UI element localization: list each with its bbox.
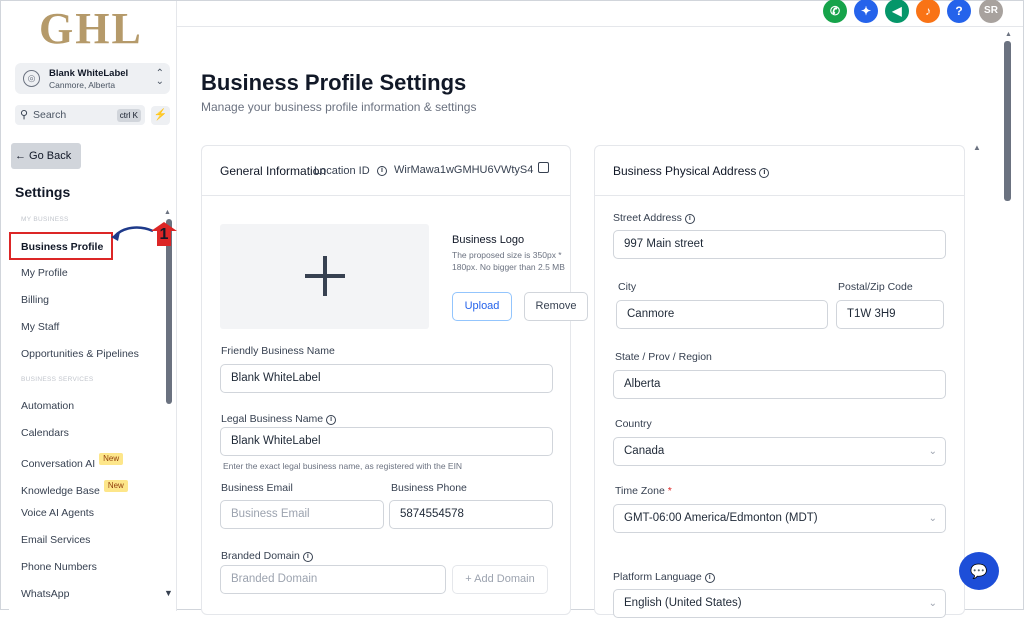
sidebar-item-label: Conversation AI — [21, 458, 96, 470]
app-frame: GHL ◎ Blank WhiteLabel Canmore, Alberta … — [0, 0, 1024, 618]
sidebar-item-voice-ai-agents[interactable]: Voice AI Agents — [21, 507, 94, 519]
page-title: Business Profile Settings — [201, 70, 467, 95]
search-shortcut: ctrl K — [116, 109, 141, 122]
sidebar-item-opportunities[interactable]: Opportunities & Pipelines — [21, 348, 139, 360]
panel-scroll-up-icon[interactable]: ▲ — [973, 143, 981, 152]
megaphone-icon[interactable]: ◀ — [885, 0, 909, 23]
info-icon: i — [759, 168, 770, 178]
account-location: Canmore, Alberta — [49, 80, 116, 90]
sidebar-item-knowledge-base[interactable]: Knowledge Base New — [21, 480, 128, 497]
scroll-down-arrow-icon[interactable]: ▼ — [164, 588, 173, 598]
business-email-input[interactable]: Business Email — [220, 500, 384, 529]
copy-icon[interactable] — [538, 162, 549, 173]
upload-button[interactable]: Upload — [452, 292, 512, 321]
friendly-name-input[interactable]: Blank WhiteLabel — [220, 364, 553, 393]
sidebar-item-billing[interactable]: Billing — [21, 294, 49, 306]
sidebar: GHL ◎ Blank WhiteLabel Canmore, Alberta … — [9, 1, 177, 611]
page-scroll-up-icon[interactable]: ▲ — [1005, 31, 1012, 38]
business-phone-input[interactable]: 5874554578 — [389, 500, 553, 529]
card-title: General Information — [220, 164, 327, 178]
postal-code-label: Postal/Zip Code — [838, 281, 913, 293]
new-badge: New — [103, 480, 128, 492]
chevron-down-icon: ⌄ — [928, 513, 937, 524]
account-avatar-icon: ◎ — [23, 70, 40, 87]
top-bar: ✆ ✦ ◀ ♪ ? SR — [177, 0, 1023, 27]
info-icon: i — [326, 415, 337, 425]
sidebar-item-calendars[interactable]: Calendars — [21, 427, 69, 439]
logo-size-hint: The proposed size is 350px * 180px. No b… — [452, 250, 565, 272]
card-header: General Information Location ID i WirMaw… — [202, 146, 570, 196]
page-subtitle: Manage your business profile information… — [201, 100, 477, 114]
state-input[interactable]: Alberta — [613, 370, 946, 399]
sidebar-item-whatsapp[interactable]: WhatsApp — [21, 588, 69, 600]
city-input[interactable]: Canmore — [616, 300, 828, 329]
business-logo-label: Business Logo — [452, 234, 525, 246]
settings-heading: Settings — [15, 184, 71, 200]
help-icon[interactable]: ? — [947, 0, 971, 23]
postal-code-input[interactable]: T1W 3H9 — [836, 300, 944, 329]
info-icon: i — [684, 214, 695, 224]
logo-upload-area[interactable] — [220, 224, 429, 329]
page-scrollbar[interactable] — [1004, 41, 1011, 201]
chevron-down-icon: ⌄ — [928, 598, 937, 609]
platform-language-label: Platform Language i — [613, 571, 715, 583]
friendly-name-label: Friendly Business Name — [221, 345, 335, 357]
state-label: State / Prov / Region — [615, 351, 712, 363]
account-name: Blank WhiteLabel — [49, 68, 129, 79]
branded-domain-input[interactable]: Branded Domain — [220, 565, 446, 594]
country-select[interactable]: Canada ⌄ — [613, 437, 946, 466]
sidebar-item-phone-numbers[interactable]: Phone Numbers — [21, 561, 97, 573]
remove-button[interactable]: Remove — [524, 292, 588, 321]
search-icon: ⚲ — [20, 109, 29, 121]
time-zone-label: Time Zone * — [615, 485, 672, 497]
chevron-down-icon: ⌄ — [928, 446, 937, 457]
go-back-button[interactable]: ← Go Back — [11, 143, 81, 169]
info-icon: i — [377, 166, 387, 176]
business-email-label: Business Email — [221, 482, 293, 494]
card-header: Business Physical Address i — [595, 146, 964, 196]
city-label: City — [618, 281, 637, 293]
legal-name-hint: Enter the exact legal business name, as … — [223, 461, 463, 471]
chevron-updown-icon: ⌃ ⌄ — [155, 68, 164, 87]
card-title: Business Physical Address i — [613, 164, 770, 178]
sparkle-icon[interactable]: ✦ — [854, 0, 878, 23]
legal-name-input[interactable]: Blank WhiteLabel — [220, 427, 553, 456]
new-badge: New — [99, 453, 124, 465]
sidebar-item-conversation-ai[interactable]: Conversation AI New — [21, 453, 124, 470]
user-avatar[interactable]: SR — [979, 0, 1003, 23]
quick-action-bolt-icon[interactable]: ⚡ — [151, 106, 170, 125]
section-label-my-business: MY BUSINESS — [21, 216, 69, 223]
sidebar-item-business-profile[interactable]: Business Profile — [21, 241, 103, 253]
chat-support-icon[interactable]: 💬 — [959, 552, 999, 590]
time-zone-select[interactable]: GMT-06:00 America/Edmonton (MDT) ⌄ — [613, 504, 946, 533]
sidebar-item-my-profile[interactable]: My Profile — [21, 267, 68, 279]
legal-name-label: Legal Business Name i — [221, 413, 337, 425]
sidebar-item-label: Knowledge Base — [21, 485, 100, 497]
info-icon: i — [302, 552, 313, 562]
business-phone-label: Business Phone — [391, 482, 467, 494]
sidebar-item-email-services[interactable]: Email Services — [21, 534, 90, 546]
scroll-up-arrow-icon[interactable]: ▲ — [164, 209, 171, 216]
street-address-label: Street Address i — [613, 212, 695, 224]
search-button[interactable]: ⚲ Search ctrl K — [15, 105, 145, 125]
sidebar-item-automation[interactable]: Automation — [21, 400, 74, 412]
bell-icon[interactable]: ♪ — [916, 0, 940, 23]
platform-language-select[interactable]: English (United States) ⌄ — [613, 589, 946, 618]
sidebar-item-my-staff[interactable]: My Staff — [21, 321, 59, 333]
street-address-input[interactable]: 997 Main street — [613, 230, 946, 259]
info-icon: i — [704, 573, 715, 583]
search-label: Search — [33, 109, 67, 121]
location-id-value: WirMawa1wGMHU6VWtyS4 — [394, 164, 534, 176]
add-domain-button[interactable]: + Add Domain — [452, 565, 548, 594]
brand-logo: GHL — [39, 4, 143, 53]
branded-domain-label: Branded Domain i — [221, 550, 313, 562]
business-address-card: Business Physical Address i Street Addres… — [594, 145, 965, 618]
phone-icon[interactable]: ✆ — [823, 0, 847, 23]
account-switcher[interactable]: ◎ Blank WhiteLabel Canmore, Alberta ⌃ ⌄ — [15, 63, 170, 94]
general-information-card: General Information Location ID i WirMaw… — [201, 145, 588, 615]
country-label: Country — [615, 418, 652, 430]
section-label-business-services: BUSINESS SERVICES — [21, 376, 94, 383]
location-id-label: Location ID — [314, 165, 370, 177]
annotation-number: 1 — [159, 226, 169, 243]
